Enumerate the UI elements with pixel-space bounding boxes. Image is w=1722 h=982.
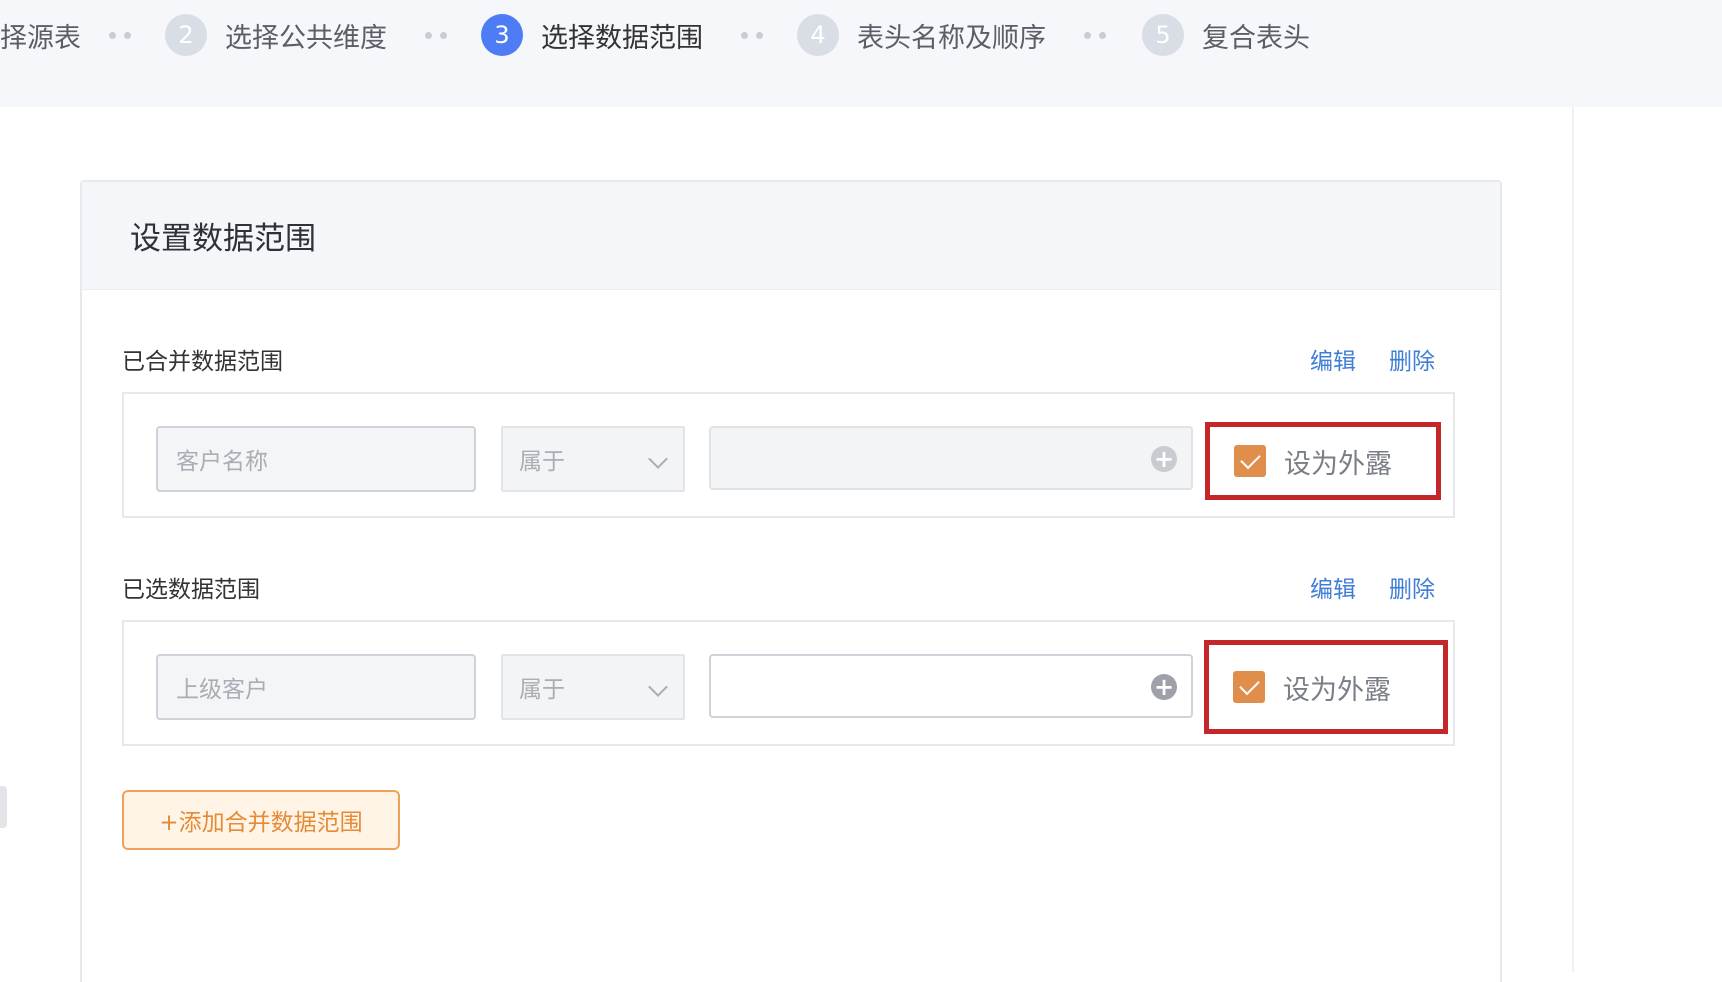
add-merged-range-button[interactable]: +添加合并数据范围 <box>122 790 400 850</box>
checkbox-checked-icon[interactable] <box>1233 671 1265 703</box>
merged-operator-select[interactable]: 属于 <box>501 426 685 492</box>
chevron-down-icon <box>648 449 668 469</box>
step-separator <box>109 32 131 39</box>
panel-title: 设置数据范围 <box>130 221 316 257</box>
selected-expose-label: 设为外露 <box>1283 674 1391 706</box>
step-3-number: 3 <box>481 14 523 56</box>
merged-value-input[interactable]: + <box>709 426 1193 490</box>
step-4-label: 表头名称及顺序 <box>857 22 1046 54</box>
step-3[interactable]: 3 选择数据范围 <box>481 14 703 56</box>
selected-value-input[interactable]: + <box>709 654 1193 718</box>
step-1-label: 择源表 <box>0 22 81 54</box>
step-4-number: 4 <box>797 14 839 56</box>
plus-circle-icon[interactable]: + <box>1151 674 1177 700</box>
selected-range-row: 上级客户 属于 + 设为外露 <box>122 620 1455 746</box>
data-range-panel: 设置数据范围 已合并数据范围 编辑 删除 客户名称 属于 + 设为外露 已选数据… <box>80 180 1502 982</box>
step-4[interactable]: 4 表头名称及顺序 <box>797 14 1046 56</box>
merged-expose-checkbox[interactable]: 设为外露 <box>1205 422 1441 500</box>
step-5-label: 复合表头 <box>1202 22 1310 54</box>
right-divider <box>1572 107 1574 972</box>
plus-circle-icon[interactable]: + <box>1151 446 1177 472</box>
merged-delete-link[interactable]: 删除 <box>1389 342 1435 376</box>
chevron-down-icon <box>648 677 668 697</box>
merged-edit-link[interactable]: 编辑 <box>1310 342 1356 376</box>
step-separator <box>741 32 763 39</box>
side-drawer-handle[interactable] <box>0 786 7 828</box>
checkbox-checked-icon[interactable] <box>1234 445 1266 477</box>
merged-operator-value: 属于 <box>519 449 565 475</box>
selected-operator-select[interactable]: 属于 <box>501 654 685 720</box>
step-1[interactable]: 择源表 <box>0 14 81 56</box>
merged-expose-label: 设为外露 <box>1284 448 1392 480</box>
step-separator <box>1084 32 1106 39</box>
step-2-label: 选择公共维度 <box>225 22 387 54</box>
selected-field-placeholder: 上级客户 <box>176 677 268 703</box>
step-5-number: 5 <box>1142 14 1184 56</box>
step-2[interactable]: 2 选择公共维度 <box>165 14 387 56</box>
selected-edit-link[interactable]: 编辑 <box>1310 570 1356 604</box>
step-2-number: 2 <box>165 14 207 56</box>
step-separator <box>425 32 447 39</box>
step-5[interactable]: 5 复合表头 <box>1142 14 1310 56</box>
merged-field-input[interactable]: 客户名称 <box>156 426 476 492</box>
selected-operator-value: 属于 <box>519 677 565 703</box>
steps-bar: 择源表 2 选择公共维度 3 选择数据范围 4 表头名称及顺序 5 复合表头 <box>0 0 1722 107</box>
selected-expose-checkbox[interactable]: 设为外露 <box>1204 640 1448 734</box>
selected-range-title: 已选数据范围 <box>122 577 260 603</box>
merged-field-placeholder: 客户名称 <box>176 449 268 475</box>
selected-field-input[interactable]: 上级客户 <box>156 654 476 720</box>
merged-range-row: 客户名称 属于 + 设为外露 <box>122 392 1455 518</box>
step-3-label: 选择数据范围 <box>541 22 703 54</box>
selected-delete-link[interactable]: 删除 <box>1389 570 1435 604</box>
merged-range-title: 已合并数据范围 <box>122 349 283 375</box>
panel-header: 设置数据范围 <box>82 182 1500 290</box>
